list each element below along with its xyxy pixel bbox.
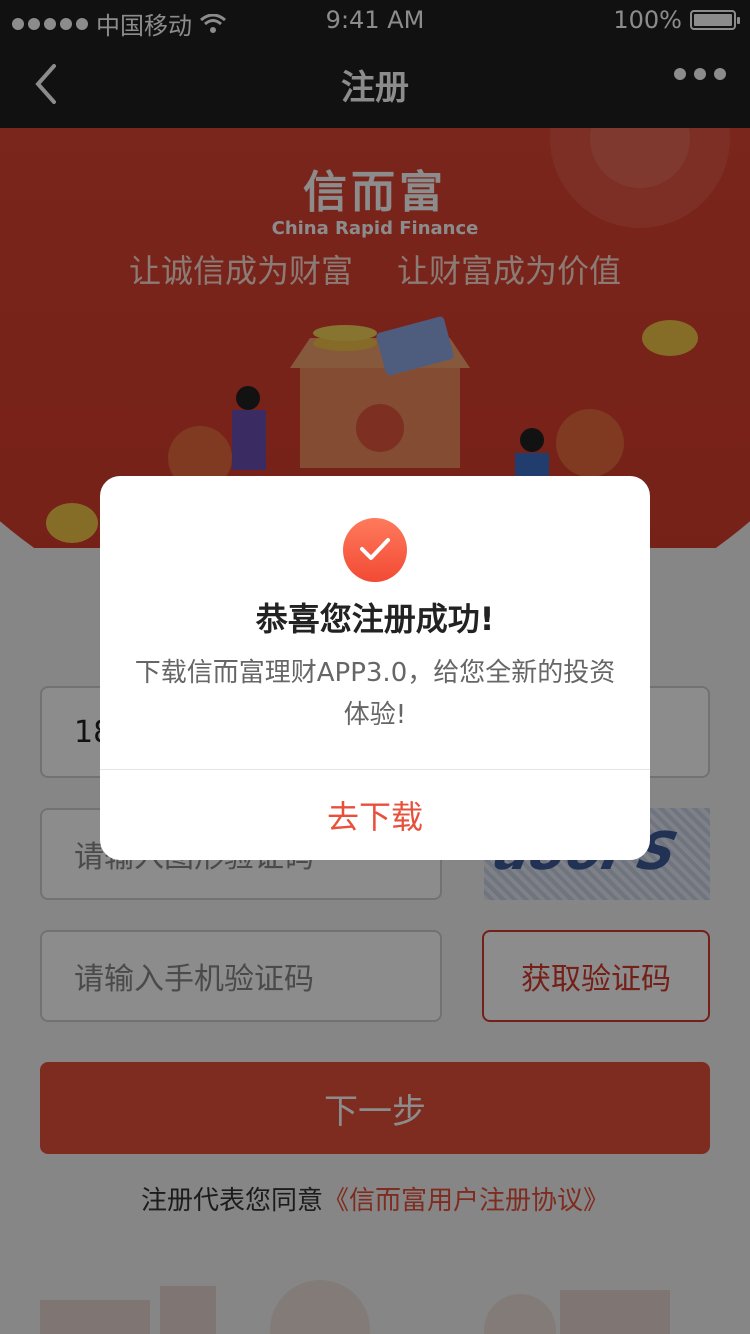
- dialog-title: 恭喜您注册成功!: [255, 600, 495, 638]
- dialog-message: 下载信而富理财APP3.0，给您全新的投资体验!: [134, 658, 616, 730]
- success-check-icon: [343, 518, 407, 582]
- download-button[interactable]: 去下载: [100, 770, 650, 860]
- success-dialog: 恭喜您注册成功! 下载信而富理财APP3.0，给您全新的投资体验! 去下载: [100, 476, 650, 860]
